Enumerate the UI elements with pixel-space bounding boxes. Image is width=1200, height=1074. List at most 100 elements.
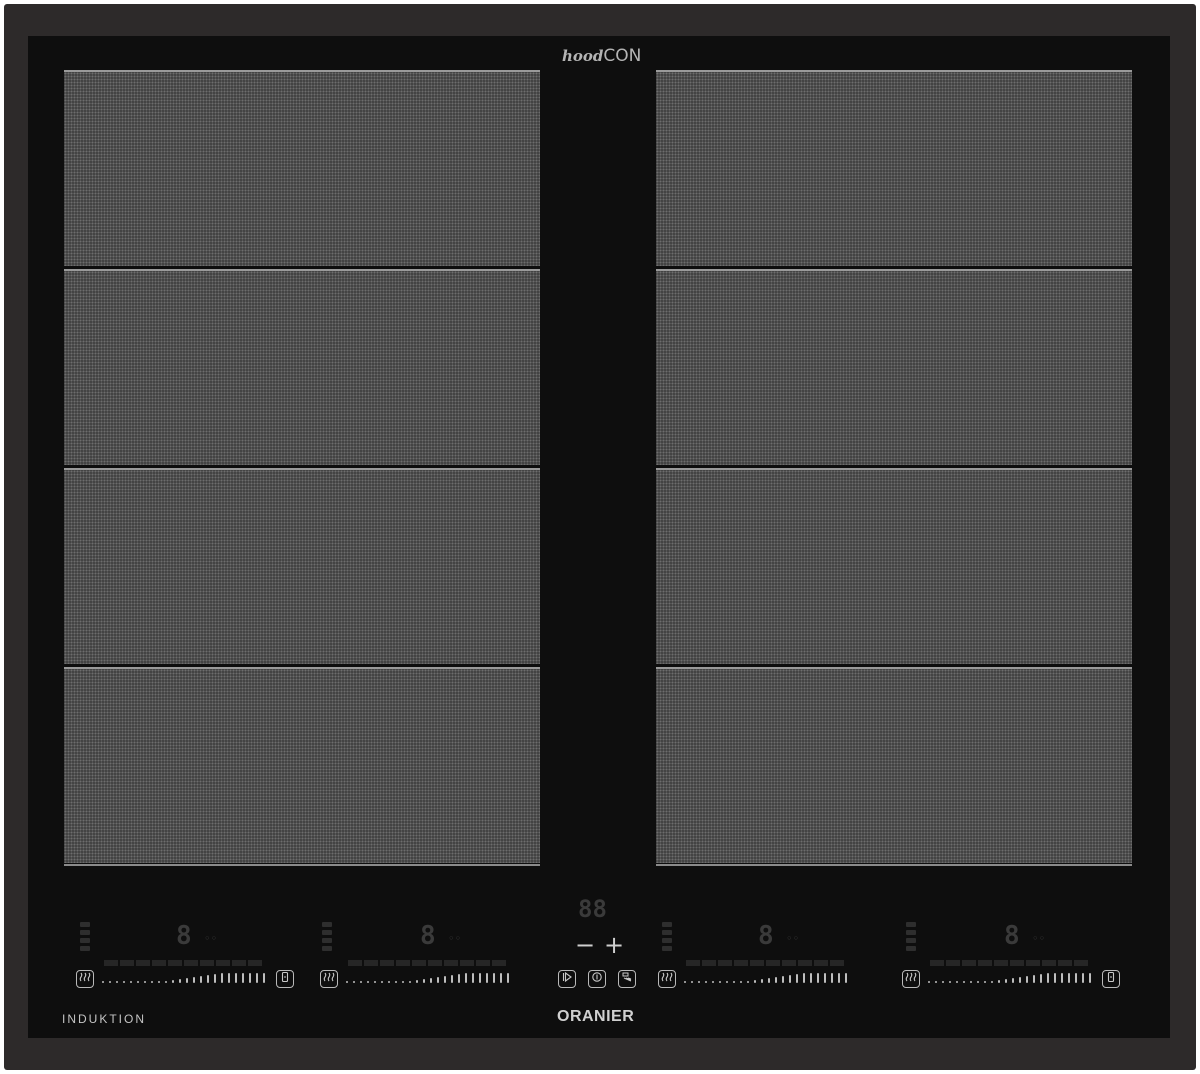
slider-tick <box>1024 973 1031 983</box>
slider-tick <box>975 973 982 983</box>
slider-tick <box>731 973 738 983</box>
slider-tick <box>219 973 226 983</box>
slider-tick <box>212 973 219 983</box>
zone-4-level-bars <box>930 960 1088 966</box>
slider-tick <box>738 973 745 983</box>
slider-tick <box>414 973 421 983</box>
status-icons <box>904 922 918 958</box>
zone-right-edge <box>656 864 1132 866</box>
slider-tick <box>351 973 358 983</box>
slider-tick <box>114 973 121 983</box>
play-icon[interactable] <box>558 970 576 988</box>
slider-tick <box>1017 973 1024 983</box>
slider-tick <box>372 973 379 983</box>
slider-tick <box>393 973 400 983</box>
zone-3-level-bars <box>686 960 844 966</box>
slider-tick <box>477 973 484 983</box>
slider-tick <box>689 973 696 983</box>
slider-tick <box>682 973 689 983</box>
slider-tick <box>940 973 947 983</box>
slider-tick <box>759 973 766 983</box>
slider-tick <box>177 973 184 983</box>
slider-tick <box>1045 973 1052 983</box>
slider-tick <box>184 973 191 983</box>
zone-right-4[interactable] <box>656 667 1132 863</box>
slider-tick <box>794 973 801 983</box>
slider-tick <box>961 973 968 983</box>
zone-left-1[interactable] <box>64 70 540 266</box>
slider-tick <box>989 973 996 983</box>
slider-tick <box>498 973 505 983</box>
heat-icon[interactable] <box>902 970 920 988</box>
zone-1-display: 8 <box>176 921 192 951</box>
slider-tick <box>933 973 940 983</box>
slider-tick <box>710 973 717 983</box>
slider-tick <box>463 973 470 983</box>
slider-tick <box>1087 973 1094 983</box>
slider-tick <box>205 973 212 983</box>
zone-left-4[interactable] <box>64 667 540 863</box>
zone-left-2[interactable] <box>64 269 540 465</box>
slider-tick <box>254 973 261 983</box>
slider-tick <box>836 973 843 983</box>
slider-tick <box>226 973 233 983</box>
slider-tick <box>1080 973 1087 983</box>
slider-tick <box>107 973 114 983</box>
slider-tick <box>1066 973 1073 983</box>
slider-tick <box>982 973 989 983</box>
slider-tick <box>801 973 808 983</box>
plus-button[interactable]: + <box>604 933 624 957</box>
zone-3-display: 8 <box>758 921 774 951</box>
status-icons <box>660 922 674 958</box>
slider-tick <box>822 973 829 983</box>
zone-left-3[interactable] <box>64 468 540 664</box>
slider-tick <box>365 973 372 983</box>
boost-icon[interactable] <box>276 970 294 988</box>
zone-right-2[interactable] <box>656 269 1132 465</box>
zone-left-edge <box>64 864 540 866</box>
slider-tick <box>400 973 407 983</box>
zone-3-slider[interactable] <box>682 973 850 983</box>
slider-tick <box>1059 973 1066 983</box>
slider-tick <box>379 973 386 983</box>
slider-tick <box>428 973 435 983</box>
slider-tick <box>1073 973 1080 983</box>
zone-2-slider[interactable] <box>344 973 512 983</box>
slider-tick <box>1010 973 1017 983</box>
slider-tick <box>142 973 149 983</box>
zone-1-slider[interactable] <box>100 973 268 983</box>
hood-icon[interactable] <box>618 970 636 988</box>
slider-tick <box>1038 973 1045 983</box>
zone-4-slider[interactable] <box>926 973 1094 983</box>
slider-tick <box>135 973 142 983</box>
hoodcon-logo-part1: hood <box>562 47 604 65</box>
status-icons <box>320 922 334 958</box>
slider-tick <box>456 973 463 983</box>
zone-2-sub-display: ◦◦ <box>448 932 462 945</box>
status-icons <box>78 922 92 958</box>
zone-right-1[interactable] <box>656 70 1132 266</box>
slider-tick <box>717 973 724 983</box>
slider-tick <box>843 973 850 983</box>
slider-tick <box>954 973 961 983</box>
power-icon[interactable] <box>588 970 606 988</box>
boost-icon[interactable] <box>1102 970 1120 988</box>
slider-tick <box>435 973 442 983</box>
slider-tick <box>780 973 787 983</box>
slider-tick <box>156 973 163 983</box>
heat-icon[interactable] <box>76 970 94 988</box>
heat-icon[interactable] <box>320 970 338 988</box>
slider-tick <box>752 973 759 983</box>
slider-tick <box>344 973 351 983</box>
zone-4-sub-display: ◦◦ <box>1032 932 1046 945</box>
slider-tick <box>1052 973 1059 983</box>
slider-tick <box>787 973 794 983</box>
timer-display: 88 <box>578 895 607 923</box>
zone-right-3[interactable] <box>656 468 1132 664</box>
zone-1-sub-display: ◦◦ <box>204 932 218 945</box>
heat-icon[interactable] <box>658 970 676 988</box>
slider-tick <box>696 973 703 983</box>
slider-tick <box>407 973 414 983</box>
minus-button[interactable]: − <box>575 933 595 957</box>
zone-2-display: 8 <box>420 921 436 951</box>
